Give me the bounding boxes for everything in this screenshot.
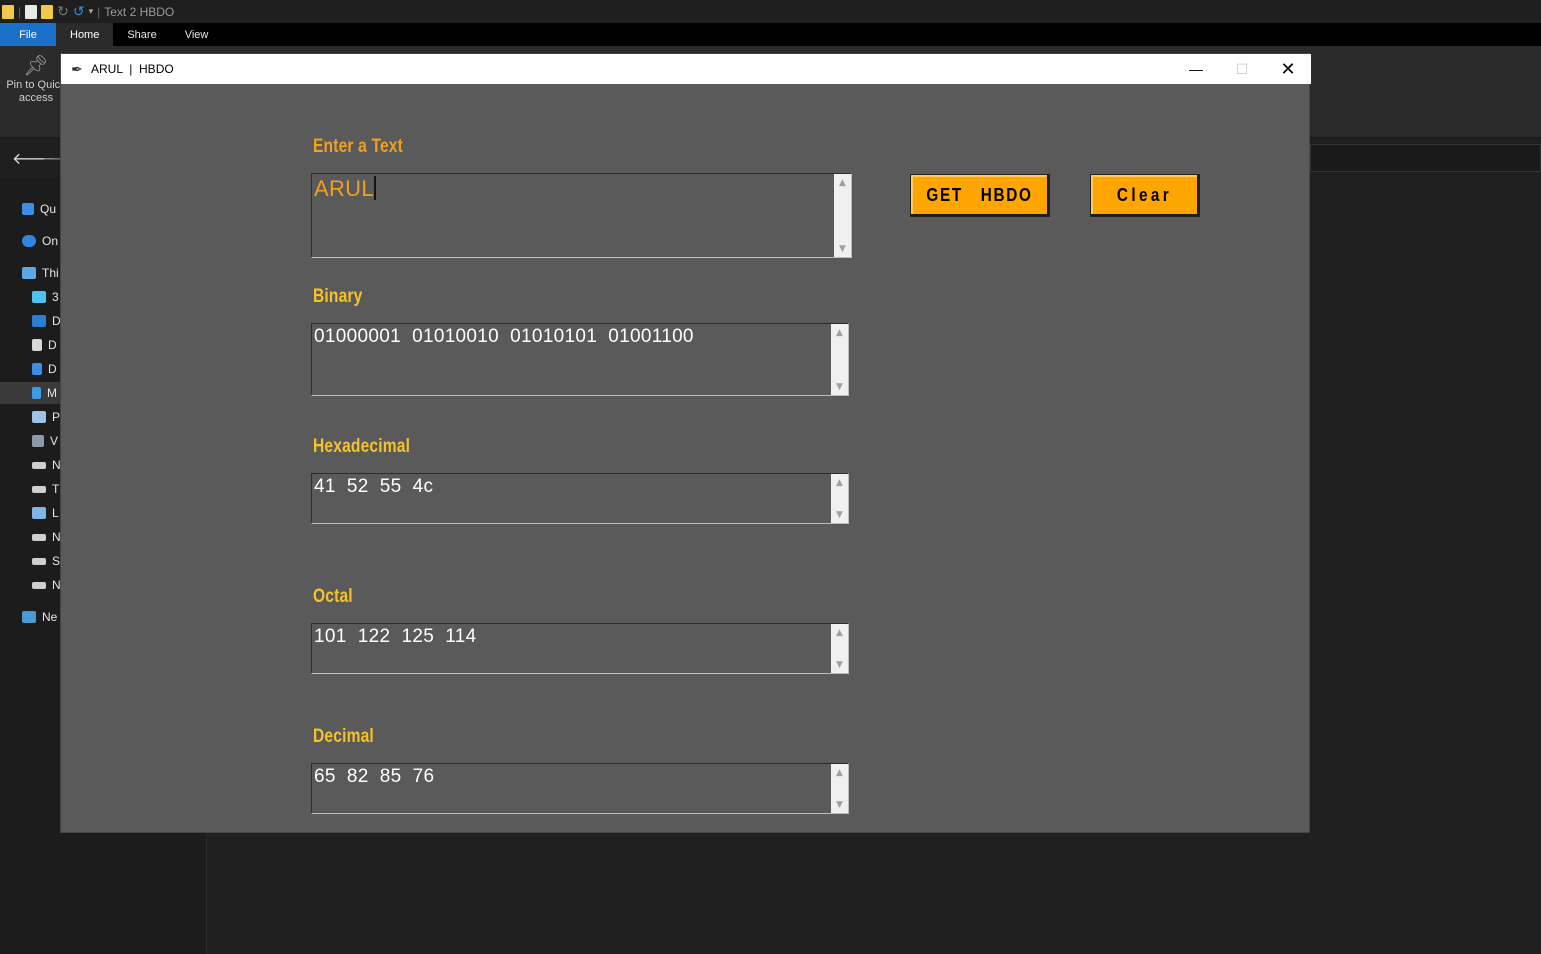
sidebar-item-downloads[interactable]: D xyxy=(32,362,57,376)
maximize-button[interactable]: ☐ xyxy=(1219,54,1265,84)
pin-to-quick-access-button[interactable]: 📌︎ Pin to Quick access xyxy=(6,55,66,105)
minimize-button[interactable]: — xyxy=(1173,54,1219,84)
explorer-title: Text 2 HBDO xyxy=(104,4,175,19)
text-input[interactable]: ARUL ▲ ▼ xyxy=(311,173,852,258)
sidebar-item-drive-4[interactable]: N xyxy=(32,530,61,544)
app-title: ARUL | HBDO xyxy=(91,62,174,76)
drive-icon xyxy=(32,581,46,589)
binary-label: Binary xyxy=(313,286,363,307)
drive-icon xyxy=(32,557,46,565)
octal-scrollbar[interactable]: ▲ ▼ xyxy=(831,624,848,673)
download-icon xyxy=(32,363,42,375)
address-bar[interactable] xyxy=(1310,144,1541,172)
drive-icon xyxy=(32,533,46,541)
decimal-text: 65 82 85 76 xyxy=(314,766,435,787)
drive-icon xyxy=(32,485,46,493)
octal-output[interactable]: 101 122 125 114 ▲ ▼ xyxy=(311,623,849,674)
sidebar-item-quick-access[interactable]: Qu xyxy=(22,202,56,216)
input-text: ARUL xyxy=(314,176,376,201)
octal-label: Octal xyxy=(313,586,353,607)
cube-icon xyxy=(32,291,46,303)
scroll-up-icon[interactable]: ▲ xyxy=(831,624,848,641)
pictures-icon xyxy=(32,411,46,423)
quick-access-toolbar: | ↻ ↺ ▾ | xyxy=(0,3,100,20)
scroll-up-icon[interactable]: ▲ xyxy=(831,324,848,341)
scroll-up-icon[interactable]: ▲ xyxy=(831,474,848,491)
scroll-down-icon[interactable]: ▼ xyxy=(831,796,848,813)
sidebar-item-documents[interactable]: D xyxy=(32,338,57,352)
sidebar-item-drive-6[interactable]: N xyxy=(32,578,61,592)
drive-icon xyxy=(32,461,46,469)
scroll-down-icon[interactable]: ▼ xyxy=(834,240,851,257)
hexadecimal-scrollbar[interactable]: ▲ ▼ xyxy=(831,474,848,523)
scroll-down-icon[interactable]: ▼ xyxy=(831,378,848,395)
binary-scrollbar[interactable]: ▲ ▼ xyxy=(831,324,848,395)
tab-file[interactable]: File xyxy=(0,23,56,46)
sidebar-item-videos[interactable]: V xyxy=(32,434,58,448)
scroll-down-icon[interactable]: ▼ xyxy=(831,506,848,523)
explorer-titlebar: | ↻ ↺ ▾ | Text 2 HBDO xyxy=(0,0,1541,23)
scroll-up-icon[interactable]: ▲ xyxy=(834,174,851,191)
scroll-up-icon[interactable]: ▲ xyxy=(831,764,848,781)
binary-text: 01000001 01010010 01010101 01001100 xyxy=(314,326,694,347)
ribbon-tabs: File Home Share View xyxy=(0,23,1541,46)
new-folder-icon[interactable] xyxy=(41,4,54,19)
separator: | xyxy=(97,4,101,19)
document-icon xyxy=(32,339,42,351)
undo-icon[interactable]: ↺ xyxy=(73,3,85,20)
star-icon xyxy=(22,203,34,215)
octal-text: 101 122 125 114 xyxy=(314,626,477,647)
feather-icon: ✒ xyxy=(71,60,83,77)
text-caret xyxy=(373,176,376,200)
get-hbdo-button[interactable]: GET HBDO xyxy=(910,174,1050,217)
sidebar-item-this-pc[interactable]: Thi xyxy=(22,266,59,280)
computer-icon xyxy=(22,267,36,279)
input-label: Enter a Text xyxy=(313,136,403,157)
sidebar-item-onedrive[interactable]: On xyxy=(22,234,58,248)
cloud-icon xyxy=(22,235,36,247)
drive-icon xyxy=(32,507,46,519)
tab-share[interactable]: Share xyxy=(113,23,170,46)
pin-icon: 📌︎ xyxy=(23,55,49,77)
sidebar-item-desktop[interactable]: D xyxy=(32,314,61,328)
music-icon xyxy=(32,387,41,399)
scroll-down-icon[interactable]: ▼ xyxy=(831,656,848,673)
redo-icon[interactable]: ↻ xyxy=(57,3,69,20)
tab-home[interactable]: Home xyxy=(56,23,114,46)
sidebar-item-network[interactable]: Ne xyxy=(22,610,57,624)
app-window: ✒ ARUL | HBDO — ☐ ✕ Enter a Text ARUL ▲ … xyxy=(60,53,1311,833)
input-scrollbar[interactable]: ▲ ▼ xyxy=(834,174,851,257)
desktop-icon xyxy=(32,315,46,327)
decimal-output[interactable]: 65 82 85 76 ▲ ▼ xyxy=(311,763,849,814)
pin-label: Pin to Quick access xyxy=(6,79,66,104)
sidebar-item-drive-2[interactable]: T xyxy=(32,482,59,496)
decimal-label: Decimal xyxy=(313,726,374,747)
close-button[interactable]: ✕ xyxy=(1265,54,1311,84)
customize-dropdown-icon[interactable]: ▾ xyxy=(89,6,94,17)
sidebar-item-pictures[interactable]: P xyxy=(32,410,60,424)
sidebar-item-music[interactable]: M xyxy=(32,386,57,400)
sidebar-item-drive-3[interactable]: L xyxy=(32,506,59,520)
folder-icon xyxy=(2,4,14,19)
hexadecimal-output[interactable]: 41 52 55 4c ▲ ▼ xyxy=(311,473,849,524)
decimal-scrollbar[interactable]: ▲ ▼ xyxy=(831,764,848,813)
sidebar-item-drive-1[interactable]: N xyxy=(32,458,61,472)
hexadecimal-text: 41 52 55 4c xyxy=(314,476,434,497)
sidebar-item-drive-5[interactable]: S xyxy=(32,554,60,568)
video-icon xyxy=(32,435,44,447)
tab-view[interactable]: View xyxy=(171,23,223,46)
sidebar-item-3d-objects[interactable]: 3 xyxy=(32,290,59,304)
network-icon xyxy=(22,611,36,623)
hexadecimal-label: Hexadecimal xyxy=(313,436,411,457)
binary-output[interactable]: 01000001 01010010 01010101 01001100 ▲ ▼ xyxy=(311,323,849,396)
app-titlebar: ✒ ARUL | HBDO — ☐ ✕ xyxy=(61,54,1311,84)
properties-icon[interactable] xyxy=(25,4,38,19)
separator: | xyxy=(18,4,22,19)
clear-button[interactable]: Clear xyxy=(1090,174,1200,217)
